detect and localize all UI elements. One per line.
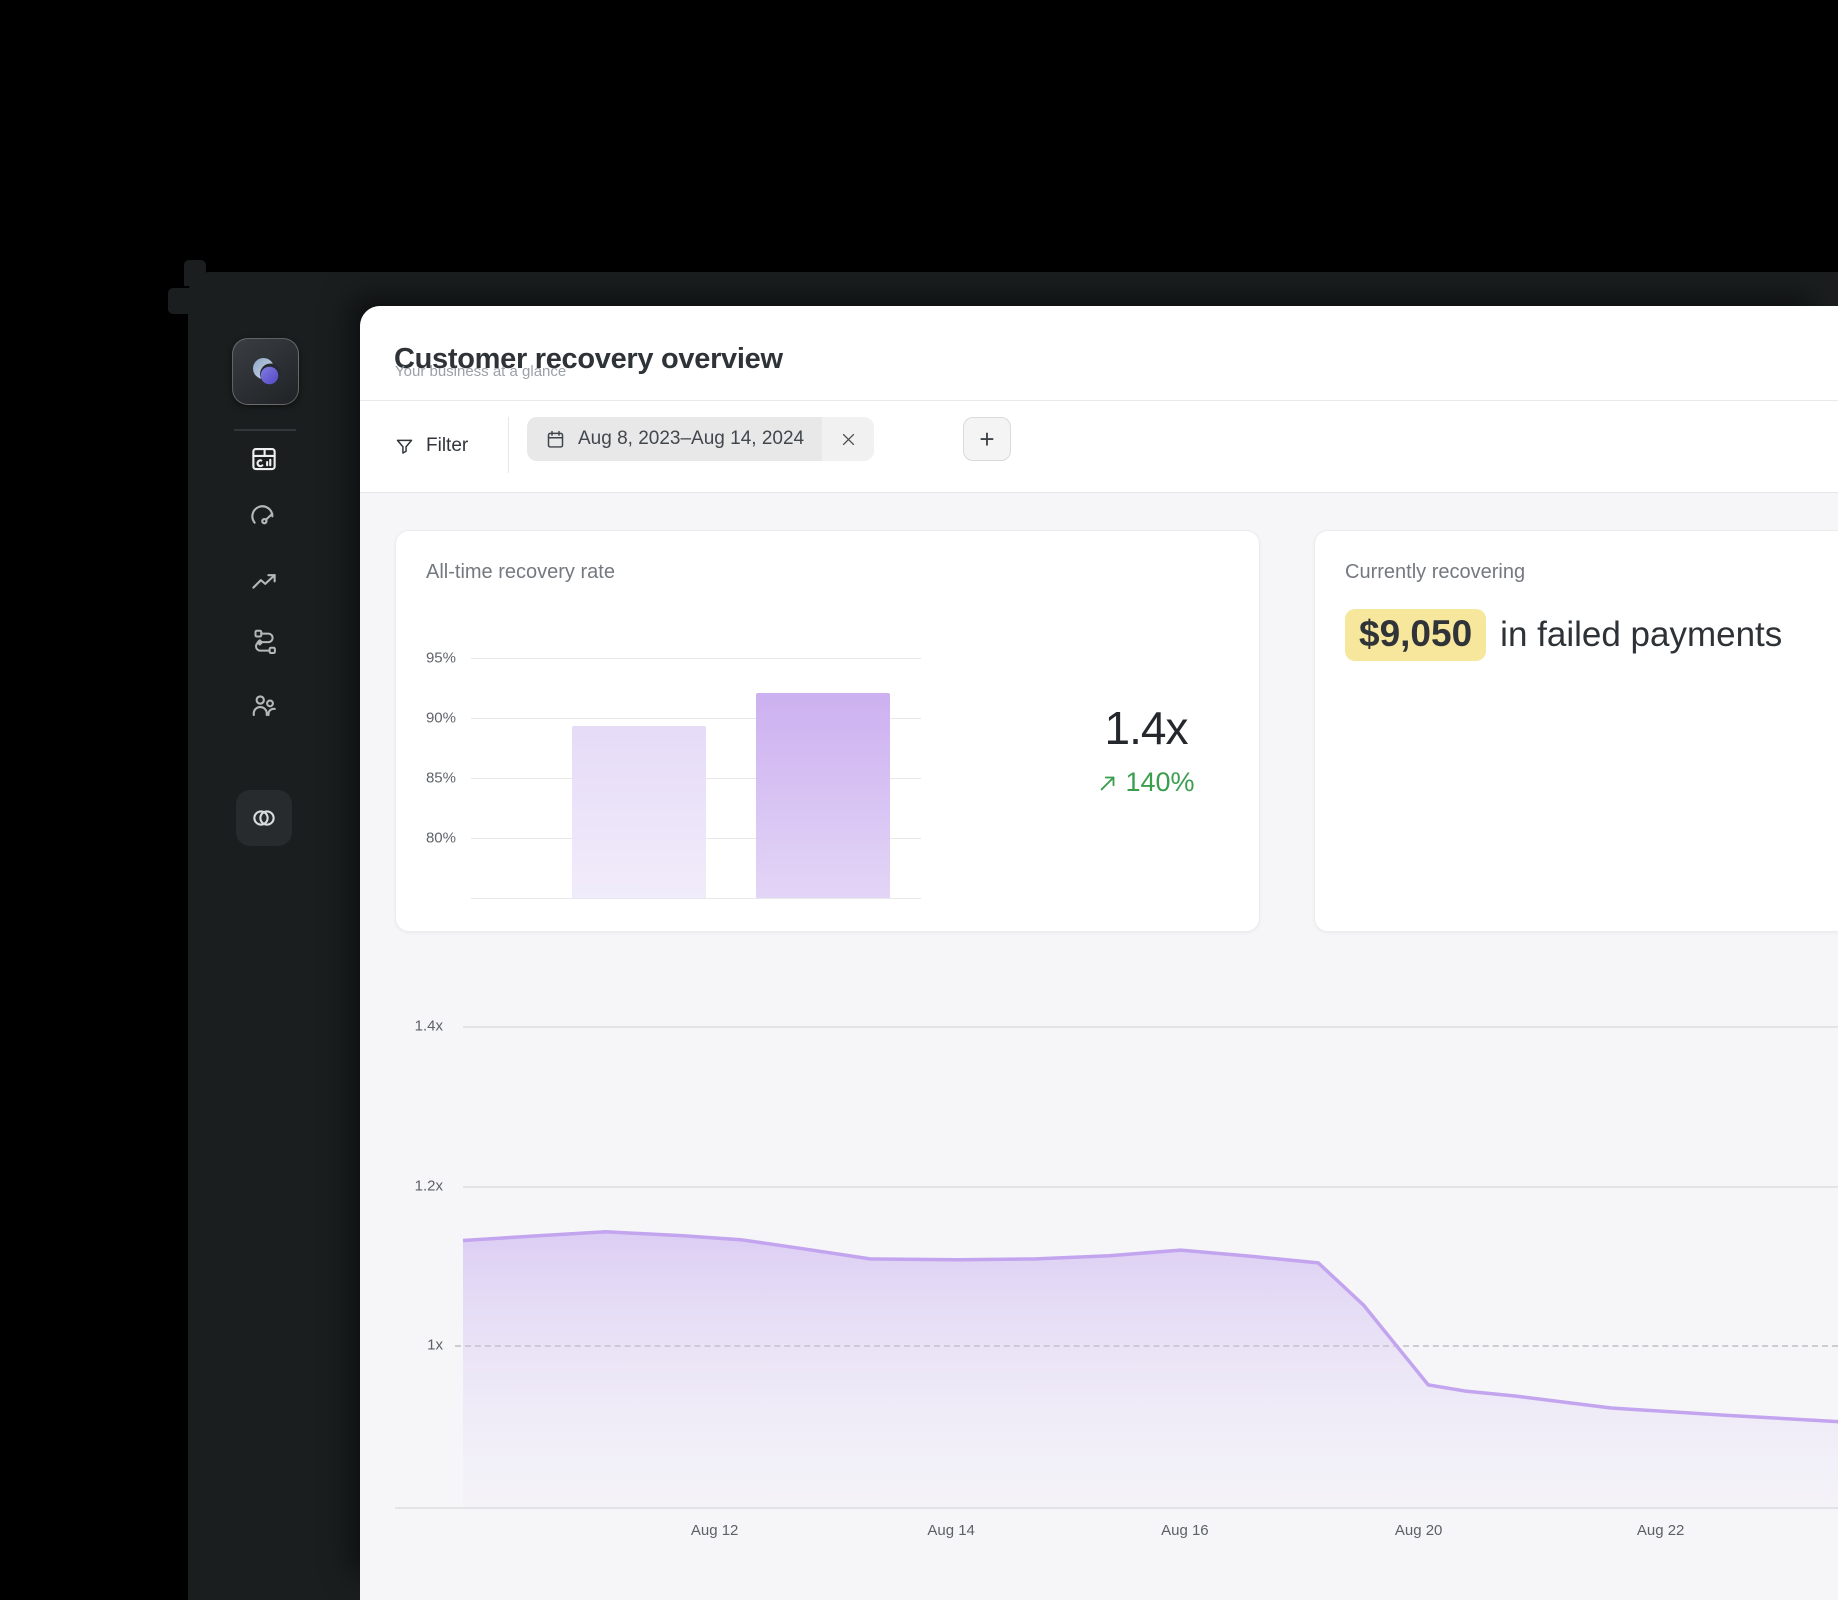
x-tick-label: Aug 20 bbox=[1395, 1522, 1443, 1539]
mini-y-tick-label: 95% bbox=[396, 650, 456, 667]
mini-baseline bbox=[471, 898, 921, 899]
app-logo[interactable] bbox=[232, 338, 299, 405]
area-series bbox=[463, 1000, 1838, 1507]
x-tick-label: Aug 16 bbox=[1161, 1522, 1209, 1539]
content-window: Customer recovery overview Your business… bbox=[360, 306, 1838, 1600]
calendar-icon bbox=[545, 429, 566, 450]
workflow-route-icon bbox=[249, 627, 279, 657]
recovering-amount-highlight: $9,050 bbox=[1345, 609, 1486, 661]
filter-button-label: Filter bbox=[426, 435, 468, 457]
bar-current bbox=[756, 693, 890, 898]
date-range-chip[interactable]: Aug 8, 2023–Aug 14, 2024 bbox=[527, 417, 874, 461]
x-tick-label: Aug 14 bbox=[927, 1522, 975, 1539]
filter-bar: Filter Aug 8, 2023–Aug 14, 2024 bbox=[360, 401, 1838, 493]
mini-y-tick-label: 85% bbox=[396, 770, 456, 787]
currently-recovering-card-title: Currently recovering bbox=[1345, 561, 1525, 584]
x-tick-label: Aug 22 bbox=[1637, 1522, 1685, 1539]
app-screenshot: Customer recovery overview Your business… bbox=[0, 0, 1838, 1600]
recovery-rate-card: All-time recovery rate 95%90%85%80% 1.4x… bbox=[395, 530, 1260, 932]
sidebar-item-performance[interactable] bbox=[236, 489, 292, 545]
gauge-icon bbox=[249, 502, 279, 532]
x-axis-line bbox=[395, 1507, 1838, 1509]
trend-up-arrow-icon bbox=[1097, 772, 1119, 794]
recovering-amount-suffix: in failed payments bbox=[1500, 615, 1782, 655]
users-icon bbox=[249, 690, 279, 720]
date-range-label: Aug 8, 2023–Aug 14, 2024 bbox=[578, 428, 804, 450]
mini-gridline bbox=[471, 658, 921, 659]
funnel-icon bbox=[394, 436, 415, 457]
y-tick-label: 1x bbox=[395, 1337, 443, 1354]
bar-previous bbox=[572, 726, 706, 898]
corner-step-decoration bbox=[168, 288, 190, 314]
recovering-amount-row: $9,050 in failed payments bbox=[1345, 609, 1782, 661]
stat-value: 1.4x bbox=[1056, 701, 1236, 755]
plus-icon: + bbox=[979, 426, 994, 452]
remove-date-filter-button[interactable] bbox=[822, 417, 874, 461]
trending-up-icon bbox=[249, 567, 279, 597]
mini-y-tick-label: 90% bbox=[396, 710, 456, 727]
sidebar-item-trends[interactable] bbox=[236, 554, 292, 610]
add-filter-button[interactable]: + bbox=[963, 417, 1011, 461]
page-subtitle: Your business at a glance bbox=[395, 363, 566, 380]
currently-recovering-card: Currently recovering $9,050 in failed pa… bbox=[1314, 530, 1838, 932]
dashboard-panel-icon bbox=[249, 444, 279, 474]
sidebar-item-recovery[interactable] bbox=[236, 790, 292, 846]
stat-delta: 140% bbox=[1056, 767, 1236, 798]
sidebar-item-dashboard[interactable] bbox=[236, 431, 292, 487]
recovery-rate-stat: 1.4x 140% bbox=[1056, 701, 1236, 798]
swirl-logo-icon bbox=[246, 352, 286, 392]
filter-button[interactable]: Filter bbox=[394, 426, 468, 466]
sidebar-item-customers[interactable] bbox=[236, 677, 292, 733]
close-icon bbox=[840, 431, 857, 448]
sidebar bbox=[188, 272, 360, 1600]
x-tick-label: Aug 12 bbox=[691, 1522, 739, 1539]
mini-y-tick-label: 80% bbox=[396, 830, 456, 847]
date-range-value-segment[interactable]: Aug 8, 2023–Aug 14, 2024 bbox=[527, 417, 822, 461]
page-header: Customer recovery overview Your business… bbox=[360, 306, 1838, 401]
stat-delta-value: 140% bbox=[1125, 767, 1194, 798]
recovery-multiple-area-chart: 1.4x 1.2x 1x Aug 12 Aug 14 Aug 16 Aug 20 Aug 22 bbox=[395, 1000, 1838, 1560]
filter-divider bbox=[508, 417, 509, 473]
y-tick-label: 1.4x bbox=[395, 1018, 443, 1035]
y-tick-label: 1.2x bbox=[395, 1177, 443, 1194]
sidebar-item-workflows[interactable] bbox=[236, 614, 292, 670]
overlapping-circles-icon bbox=[249, 803, 279, 833]
